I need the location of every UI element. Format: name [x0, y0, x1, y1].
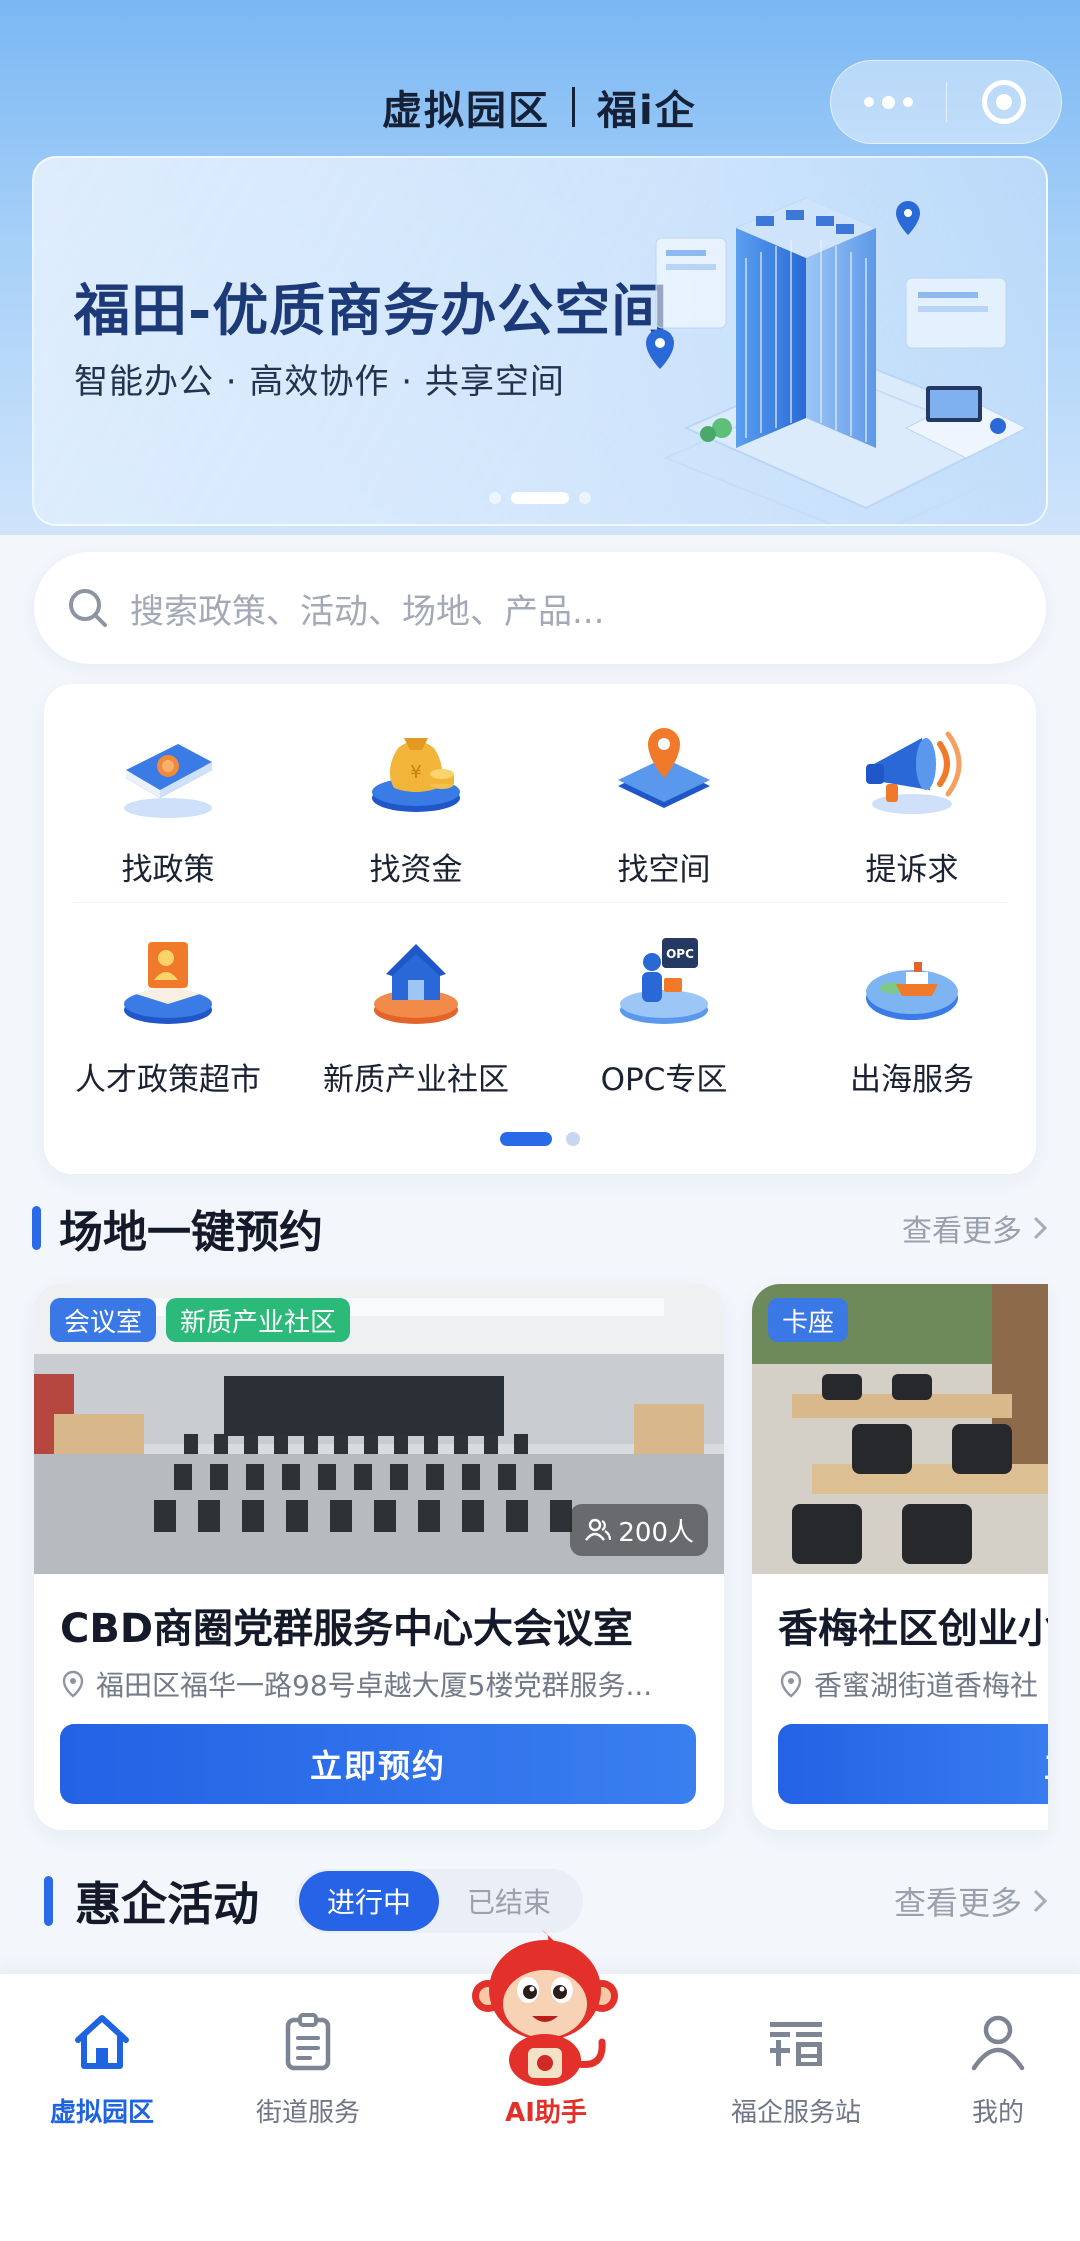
- venue-section-header: 场地一键预约 查看更多: [32, 1198, 1048, 1258]
- book-now-button[interactable]: 立即预约: [60, 1724, 696, 1804]
- tab-mine[interactable]: 我的: [898, 2010, 1080, 2129]
- venue-card[interactable]: 会议室 新质产业社区 200人 CBD商圈党群服务中心大会议室 福田区福华一路9…: [34, 1284, 724, 1830]
- tab-ongoing[interactable]: 进行中: [299, 1871, 440, 1931]
- tab-label: 虚拟园区: [49, 2098, 154, 2128]
- banner-pagination: [0, 492, 1080, 504]
- service-item-funding[interactable]: ¥ 找资金: [292, 708, 540, 889]
- user-icon: [971, 2015, 1025, 2071]
- more-options-button[interactable]: [831, 95, 946, 109]
- book-now-button[interactable]: 立: [778, 1724, 1048, 1804]
- banner-dot: [489, 492, 501, 504]
- service-item-opc[interactable]: OPC OPC专区: [540, 918, 788, 1099]
- tab-ended[interactable]: 已结束: [439, 1881, 579, 1921]
- nav-title: 虚拟园区 福i企: [382, 78, 697, 136]
- opc-person-icon: OPC: [620, 938, 708, 1024]
- ship-island-icon: [866, 962, 958, 1020]
- venue-name: 香梅社区创业小: [778, 1606, 1048, 1652]
- service-label: 找资金: [369, 852, 463, 888]
- clipboard-icon: [285, 2013, 331, 2071]
- activities-title: 惠企活动: [75, 1877, 259, 1931]
- service-label: 找空间: [617, 852, 711, 888]
- service-label: 人才政策超市: [75, 1062, 261, 1098]
- office-building-illustration: [646, 198, 1046, 524]
- venue-address-text: 福田区福华一路98号卓越大厦5楼党群服务...: [96, 1669, 653, 1702]
- venue-address-text: 香蜜湖街道香梅社: [814, 1669, 1039, 1702]
- service-grid: 找政策 ¥ 找资金 找空间 提诉求 人才政策超市 新质产业社区 OPC OPC专…: [44, 684, 1036, 1174]
- people-icon: [585, 1518, 612, 1541]
- view-more-label: 查看更多: [893, 1884, 1022, 1922]
- service-label: 提诉求: [865, 852, 959, 888]
- tab-label: 福企服务站: [730, 2098, 861, 2128]
- home-icon: [75, 2015, 129, 2069]
- search-placeholder: 搜索政策、活动、场地、产品...: [130, 591, 605, 632]
- tab-fuqi-station[interactable]: 福企服务站: [696, 2010, 896, 2129]
- grid-pagination: [44, 1132, 1036, 1146]
- venue-tags: 卡座: [768, 1298, 849, 1342]
- banner-subtitle: 智能办公 · 高效协作 · 共享空间: [74, 362, 565, 402]
- venue-address: 香蜜湖街道香梅社: [778, 1664, 1048, 1704]
- service-label: OPC专区: [600, 1062, 728, 1098]
- nav-title-right: 福i企: [597, 88, 697, 134]
- tab-label: 街道服务: [255, 2098, 360, 2128]
- book-now-label: 立: [1044, 1741, 1048, 1787]
- banner-dot-active: [511, 492, 569, 504]
- grid-dot: [566, 1132, 580, 1146]
- megaphone-icon: [866, 731, 962, 814]
- venue-tag: 新质产业社区: [166, 1298, 351, 1342]
- tab-virtual-park[interactable]: 虚拟园区: [2, 2010, 202, 2129]
- grid-dot-active: [500, 1132, 552, 1146]
- search-icon: [69, 589, 107, 627]
- service-label: 出海服务: [850, 1062, 974, 1098]
- service-label: 找政策: [121, 852, 215, 888]
- activities-view-more-link[interactable]: 查看更多: [894, 1878, 1048, 1924]
- capacity-badge: 200人: [570, 1504, 708, 1556]
- venue-name: CBD商圈党群服务中心大会议室: [60, 1606, 634, 1652]
- hero-banner-area: 虚拟园区 福i企 福田-优质商务办公空间 智能办公 · 高效协作 · 共享空间: [0, 0, 1080, 535]
- policy-book-icon: [124, 744, 212, 818]
- venue-card[interactable]: 卡座 香梅社区创业小 香蜜湖街道香梅社 立: [752, 1284, 1048, 1830]
- service-item-appeal[interactable]: 提诉求: [788, 708, 1036, 889]
- service-item-community[interactable]: 新质产业社区: [292, 918, 540, 1099]
- target-circle-icon: [981, 80, 1026, 124]
- venue-tag: 会议室: [50, 1298, 157, 1342]
- money-bag-icon: ¥: [372, 738, 460, 812]
- venue-view-more-link[interactable]: 查看更多: [902, 1206, 1048, 1250]
- section-accent-bar: [44, 1876, 53, 1926]
- banner-dot: [579, 492, 591, 504]
- svg-text:¥: ¥: [410, 762, 421, 783]
- tab-street-service[interactable]: 街道服务: [208, 2010, 408, 2129]
- venue-tags: 会议室 新质产业社区: [50, 1298, 351, 1342]
- location-pin-icon: [62, 1670, 84, 1698]
- fuqi-logo-icon: [770, 2022, 822, 2066]
- service-item-policy[interactable]: 找政策: [44, 708, 292, 889]
- banner-title: 福田-优质商务办公空间: [74, 279, 669, 344]
- chevron-right-icon: [1033, 1889, 1048, 1913]
- miniapp-capsule: [830, 60, 1062, 144]
- tab-label: AI助手: [505, 2098, 587, 2128]
- service-item-talent[interactable]: 人才政策超市: [44, 918, 292, 1099]
- tab-label: 我的: [971, 2098, 1024, 2128]
- house-icon: [374, 944, 458, 1024]
- svg-text:OPC: OPC: [666, 947, 694, 961]
- search-bar[interactable]: 搜索政策、活动、场地、产品...: [34, 552, 1046, 664]
- venue-section-title: 场地一键预约: [59, 1207, 323, 1258]
- location-pin-icon: [780, 1670, 802, 1698]
- service-item-space[interactable]: 找空间: [540, 708, 788, 889]
- talent-book-icon: [124, 942, 212, 1024]
- close-miniapp-button[interactable]: [947, 80, 1062, 124]
- title-separator: [572, 87, 575, 127]
- monkey-mascot-icon[interactable]: [470, 1924, 620, 2090]
- venue-tag: 卡座: [768, 1298, 849, 1342]
- nav-title-left: 虚拟园区: [382, 88, 550, 134]
- section-accent-bar: [32, 1206, 41, 1250]
- service-item-overseas[interactable]: 出海服务: [788, 918, 1036, 1099]
- venue-address: 福田区福华一路98号卓越大厦5楼党群服务...: [60, 1664, 700, 1704]
- promo-banner[interactable]: 福田-优质商务办公空间 智能办公 · 高效协作 · 共享空间: [32, 156, 1048, 526]
- view-more-label: 查看更多: [902, 1214, 1022, 1249]
- location-pin-icon: [618, 728, 710, 808]
- capacity-value: 200人: [618, 1517, 694, 1548]
- service-label: 新质产业社区: [323, 1062, 509, 1098]
- more-dots-icon: [863, 97, 874, 107]
- chevron-right-icon: [1033, 1216, 1048, 1240]
